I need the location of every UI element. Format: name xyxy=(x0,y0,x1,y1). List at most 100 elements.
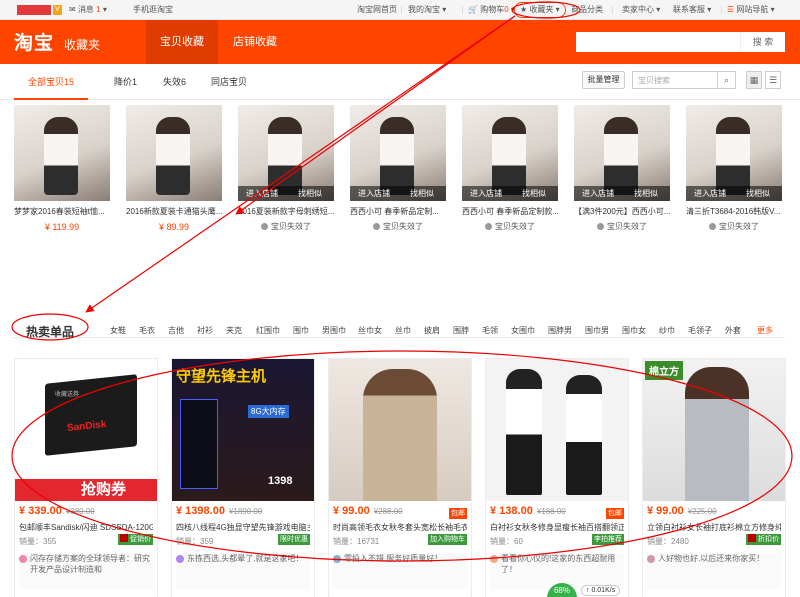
enter-shop-button[interactable]: 进入店铺 xyxy=(470,186,502,201)
hot-category[interactable]: 男围巾 xyxy=(322,325,346,336)
hot-category[interactable]: 女鞋 xyxy=(110,325,126,336)
tab-shop-favorites[interactable]: 店铺收藏 xyxy=(219,20,291,64)
mobile-link[interactable]: 手机逛淘宝 xyxy=(133,0,173,20)
product-image[interactable] xyxy=(14,105,110,201)
avatar xyxy=(176,555,184,563)
product-image[interactable]: 进入店铺 找相似 xyxy=(686,105,782,201)
product-image[interactable]: 收藏送券 SanDisk 抢购券 xyxy=(15,359,157,501)
find-similar-button[interactable]: 找相似 xyxy=(298,186,322,201)
seller-center-link[interactable]: 卖家中心 ▾ xyxy=(622,0,660,20)
hot-category[interactable]: 披肩 xyxy=(424,325,440,336)
product-image[interactable]: 棉立方 xyxy=(643,359,785,501)
hot-category[interactable]: 丝巾女 xyxy=(358,325,382,336)
invalid-icon xyxy=(261,223,268,230)
tab-invalid[interactable]: 失效6 xyxy=(163,64,186,100)
product-image[interactable]: 进入店铺 找相似 xyxy=(350,105,446,201)
product-image[interactable]: 进入店铺 找相似 xyxy=(462,105,558,201)
favorite-item[interactable]: 进入店铺 找相似 【满3件200元】西西小可... 宝贝失效了 xyxy=(574,105,670,232)
tab-all-items[interactable]: 全部宝贝15 xyxy=(14,64,89,100)
username-link[interactable] xyxy=(17,5,51,15)
tab-same-shop[interactable]: 同店宝贝 xyxy=(211,64,247,100)
enter-shop-button[interactable]: 进入店铺 xyxy=(246,186,278,201)
product-image[interactable]: 进入店铺 找相似 xyxy=(238,105,334,201)
hot-category[interactable]: 夹克 xyxy=(226,325,242,336)
batch-manage-button[interactable]: 批量管理 xyxy=(582,71,625,89)
favorite-item[interactable]: 进入店铺 找相似 清三折T3684-2016韩版V... 宝贝失效了 xyxy=(686,105,782,232)
categories-link[interactable]: 商品分类 xyxy=(571,0,603,20)
discount-badge: 折扣价 xyxy=(746,534,781,545)
hot-category[interactable]: 毛衣 xyxy=(139,325,155,336)
site-nav-link[interactable]: ☰ 网站导航 ▾ xyxy=(727,0,775,20)
hot-product-card[interactable]: 棉立方 ¥ 99.00 ¥225.00 立领白衬衫女长袖打底衫棉立方修身纯 销量：… xyxy=(642,358,786,597)
avatar xyxy=(333,555,341,563)
grid-view-icon[interactable]: ▦ xyxy=(746,71,762,89)
my-taobao-link[interactable]: 我的淘宝 ▾ xyxy=(408,0,446,20)
hot-category[interactable]: 外套 xyxy=(725,325,741,336)
free-shipping-tag: 包邮 xyxy=(606,508,624,519)
find-similar-button[interactable]: 找相似 xyxy=(410,186,434,201)
home-link[interactable]: 淘宝网首页 xyxy=(357,0,397,20)
favorite-item[interactable]: 2016新款夏装卡通猫头鹰... ¥ 89.99 xyxy=(126,105,222,232)
hot-category[interactable]: 毛领 xyxy=(482,325,498,336)
recommend-badge: 李拍推荐 xyxy=(592,534,624,545)
hot-product-card[interactable]: 守望先锋主机 8G大内存 1398 ¥ 1398.00 ¥1890.00 四核八线… xyxy=(171,358,315,597)
cart-link[interactable]: 🛒 购物车0 ▾ xyxy=(468,0,515,20)
hot-category[interactable]: 丝巾 xyxy=(395,325,411,336)
page-title: 收藏夹 xyxy=(64,38,101,52)
tab-item-favorites[interactable]: 宝贝收藏 xyxy=(146,20,218,64)
item-search-input[interactable]: 宝贝搜索 ⌕ xyxy=(632,71,736,89)
invalid-icon xyxy=(597,223,604,230)
favorite-item[interactable]: 梦梦家2016春装短袖t恤... ¥ 119.99 xyxy=(14,105,110,232)
tab-price-drop[interactable]: 降价1 xyxy=(114,64,137,100)
find-similar-button[interactable]: 找相似 xyxy=(746,186,770,201)
add-to-cart-button[interactable]: 加入购物车 xyxy=(428,534,467,545)
favorites-link[interactable]: ★ 收藏夹 ▾ xyxy=(514,2,566,18)
hot-category[interactable]: 围脖男 xyxy=(548,325,572,336)
hot-product-card[interactable]: ¥ 138.00 ¥188.00 包邮 白衬衫女秋冬修身显瘦长袖百搭翻领正 销量：… xyxy=(485,358,629,597)
hot-category[interactable]: 衬衫 xyxy=(197,325,213,336)
header-search[interactable]: 搜 索 xyxy=(576,32,785,52)
main-header: 淘宝 收藏夹 宝贝收藏 店铺收藏 搜 索 xyxy=(0,20,800,64)
hot-category[interactable]: 围脖 xyxy=(453,325,469,336)
invalid-label: 宝贝失效了 xyxy=(238,221,334,232)
taobao-logo[interactable]: 淘宝 xyxy=(14,28,54,55)
hot-category[interactable]: 围巾 xyxy=(293,325,309,336)
hot-category[interactable]: 吉他 xyxy=(168,325,184,336)
list-view-icon[interactable]: ☰ xyxy=(765,71,781,89)
avatar xyxy=(490,555,498,563)
avatar xyxy=(647,555,655,563)
find-similar-button[interactable]: 找相似 xyxy=(522,186,546,201)
service-link[interactable]: 联系客服 ▾ xyxy=(673,0,711,20)
messages-link[interactable]: ✉ 消息 1 ▾ xyxy=(69,0,107,20)
review-snippet: 东拣西选,头都晕了,就是这家吧！ xyxy=(176,553,310,589)
star-icon: ★ xyxy=(520,5,528,14)
invalid-label: 宝贝失效了 xyxy=(350,221,446,232)
promo-badge: 促销价 xyxy=(118,534,153,545)
search-button[interactable]: 搜 索 xyxy=(740,32,785,52)
hot-category[interactable]: 纱巾 xyxy=(659,325,675,336)
product-image[interactable]: 守望先锋主机 8G大内存 1398 xyxy=(172,359,314,501)
more-categories-link[interactable]: 更多 xyxy=(757,325,773,336)
tmall-icon xyxy=(120,534,128,542)
hot-category[interactable]: 毛领子 xyxy=(688,325,712,336)
favorite-item[interactable]: 进入店铺 找相似 西西小可 春季新品定制款... 宝贝失效了 xyxy=(462,105,558,232)
invalid-label: 宝贝失效了 xyxy=(574,221,670,232)
product-image[interactable] xyxy=(486,359,628,501)
hot-category[interactable]: 围巾男 xyxy=(585,325,609,336)
product-image[interactable] xyxy=(126,105,222,201)
search-icon[interactable]: ⌕ xyxy=(717,72,735,88)
enter-shop-button[interactable]: 进入店铺 xyxy=(694,186,726,201)
enter-shop-button[interactable]: 进入店铺 xyxy=(358,186,390,201)
product-image[interactable]: 进入店铺 找相似 xyxy=(574,105,670,201)
find-similar-button[interactable]: 找相似 xyxy=(634,186,658,201)
favorite-item[interactable]: 进入店铺 找相似 西西小可 春季新品定制... 宝贝失效了 xyxy=(350,105,446,232)
hot-category[interactable]: 红围巾 xyxy=(256,325,280,336)
hot-product-card[interactable]: ¥ 99.00 ¥288.00 包邮 时尚高领毛衣女秋冬套头宽松长袖毛衣 销量：1… xyxy=(328,358,472,597)
hot-product-card[interactable]: 收藏送券 SanDisk 抢购券 ¥ 339.00 ¥380.00 包邮顺丰San… xyxy=(14,358,158,597)
hot-category[interactable]: 围巾女 xyxy=(622,325,646,336)
hot-category[interactable]: 女围巾 xyxy=(511,325,535,336)
enter-shop-button[interactable]: 进入店铺 xyxy=(582,186,614,201)
product-image[interactable] xyxy=(329,359,471,501)
network-speed-widget[interactable]: 68% ↑ 0.01K/s xyxy=(547,583,629,597)
favorite-item[interactable]: 进入店铺 找相似 2016夏装新款字母刺绣短... 宝贝失效了 xyxy=(238,105,334,232)
